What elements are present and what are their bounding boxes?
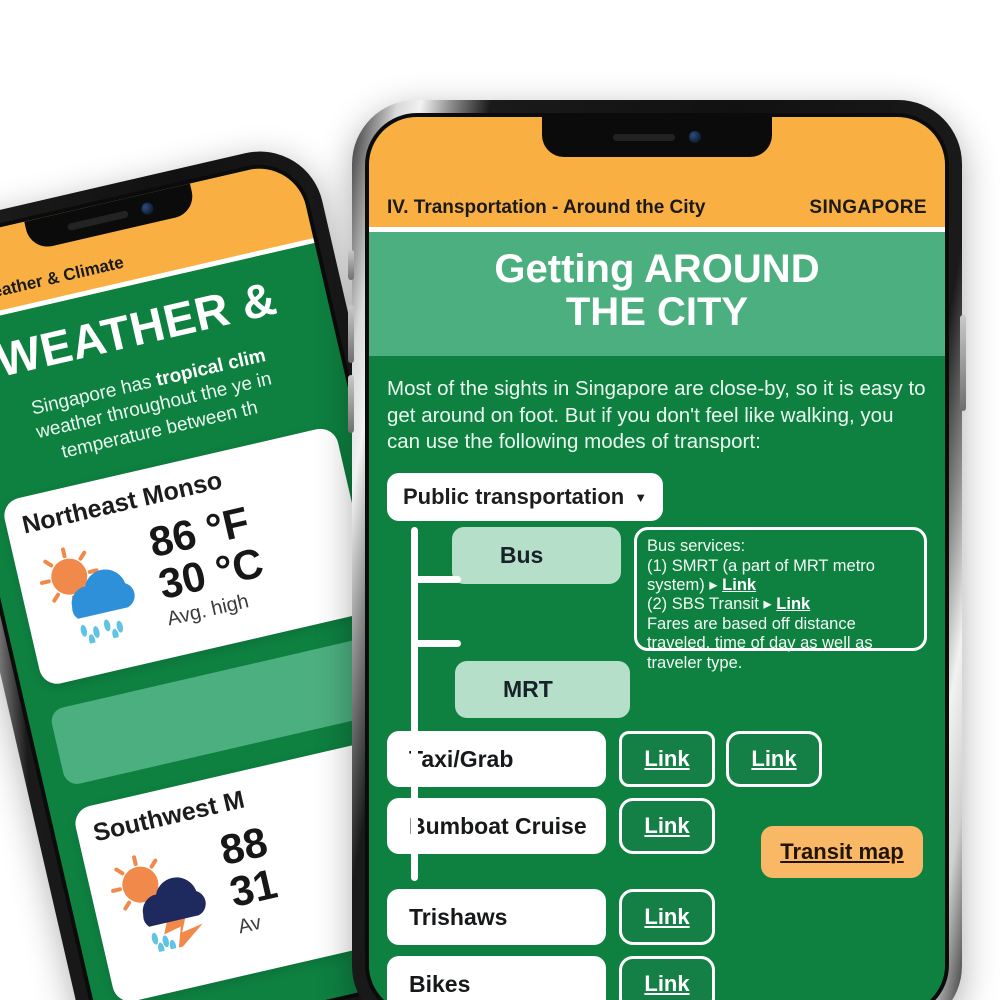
transport-pill-taxi-grab[interactable]: Taxi/Grab	[387, 731, 606, 788]
link-label: Link	[644, 971, 690, 997]
front-camera-icon	[689, 131, 701, 143]
page-title-line1: Getting AROUND	[494, 247, 820, 291]
earpiece-speaker-icon	[66, 209, 129, 231]
transport-label: Taxi/Grab	[409, 745, 514, 772]
sun-rain-cloud-icon	[28, 528, 154, 658]
info-line-2: (2) SBS Transit ▸ Link	[647, 595, 914, 614]
link-label: Link	[644, 813, 690, 839]
dropdown-value: Public transportation	[403, 484, 625, 510]
front-phone-volume-up[interactable]	[348, 305, 354, 363]
transport-pill-bikes[interactable]: Bikes	[387, 956, 606, 1000]
section-breadcrumb: IV. Transportation - Around the City	[387, 197, 706, 218]
info-line-1-text: (1) SMRT (a part of MRT metro system) ▸	[646, 556, 875, 595]
transport-row-bus: Bus Bus services: (1) SMRT (a part of MR…	[387, 527, 927, 672]
info-footer: Fares are based off distance traveled, t…	[646, 614, 873, 672]
transport-row-trishaws: Trishaws Link	[387, 889, 927, 946]
page-title-banner: Getting AROUND THE CITY	[369, 232, 945, 357]
info-line-2-text: (2) SBS Transit ▸	[646, 595, 777, 614]
transport-tree: Bus Bus services: (1) SMRT (a part of MR…	[387, 527, 927, 1000]
sun-storm-cloud-icon	[100, 835, 226, 965]
front-phone-device: IV. Transportation - Around the City SIN…	[348, 100, 966, 1000]
transport-chip-bus[interactable]: Bus	[451, 527, 621, 585]
link-button-bikes[interactable]: Link	[619, 956, 715, 1000]
link-button-trishaws[interactable]: Link	[619, 889, 715, 946]
transport-label: Bumboat Cruise	[409, 812, 587, 839]
earpiece-speaker-icon	[613, 133, 675, 141]
front-phone-screen: IV. Transportation - Around the City SIN…	[369, 117, 945, 1000]
transport-label: Bus	[499, 542, 544, 569]
link-button-taxi[interactable]: Link	[619, 731, 715, 788]
front-phone-content: Most of the sights in Singapore are clos…	[369, 356, 945, 1000]
info-link-smrt[interactable]: Link	[722, 576, 756, 594]
info-heading: Bus services:	[646, 537, 746, 556]
info-link-sbs[interactable]: Link	[776, 595, 810, 613]
transport-row-taxi: Taxi/Grab Link Link	[387, 731, 927, 788]
transport-label: Bikes	[409, 970, 471, 997]
transport-category-dropdown[interactable]: Public transportation ▼	[387, 473, 664, 522]
front-phone-notch	[542, 117, 772, 157]
front-phone-mute-switch[interactable]	[348, 250, 354, 280]
link-button-grab[interactable]: Link	[726, 731, 822, 788]
intro-paragraph: Most of the sights in Singapore are clos…	[387, 377, 926, 453]
info-line-1: (1) SMRT (a part of MRT metro system) ▸ …	[647, 557, 914, 596]
transport-row-bikes: Bikes Link	[387, 956, 927, 1000]
link-label: Link	[751, 746, 797, 772]
link-label: Link	[644, 746, 690, 772]
country-label: SINGAPORE	[809, 197, 927, 218]
front-phone-bezel: IV. Transportation - Around the City SIN…	[365, 113, 949, 1000]
chevron-down-icon: ▼	[634, 489, 648, 505]
tree-branch-mrt	[411, 640, 461, 648]
transport-chip-mrt[interactable]: MRT	[455, 661, 630, 719]
front-phone-power-button[interactable]	[960, 315, 966, 411]
bus-services-info-box: Bus services: (1) SMRT (a part of MRT me…	[633, 527, 927, 672]
screenshot-canvas: III. Weather & Climate WEATHER & Singapo…	[0, 0, 1000, 1000]
tree-branch-bus	[411, 576, 461, 584]
link-label: Link	[644, 904, 690, 930]
transport-label: MRT	[503, 676, 553, 703]
transit-map-button[interactable]: Transit map	[761, 826, 923, 879]
weather-card-temp-c: 31	[225, 859, 282, 916]
transit-map-label: Transit map	[780, 839, 904, 865]
link-button-bumboat[interactable]: Link	[619, 798, 715, 855]
transport-pill-trishaws[interactable]: Trishaws	[387, 889, 606, 946]
transport-row-bumboat: Bumboat Cruise Link Transit map	[387, 798, 927, 879]
transport-label: Trishaws	[409, 903, 508, 930]
front-phone-volume-down[interactable]	[348, 375, 354, 433]
front-camera-icon	[140, 201, 155, 216]
page-title-line2: THE CITY	[565, 290, 749, 335]
transport-pill-bumboat-cruise[interactable]: Bumboat Cruise	[387, 798, 606, 855]
